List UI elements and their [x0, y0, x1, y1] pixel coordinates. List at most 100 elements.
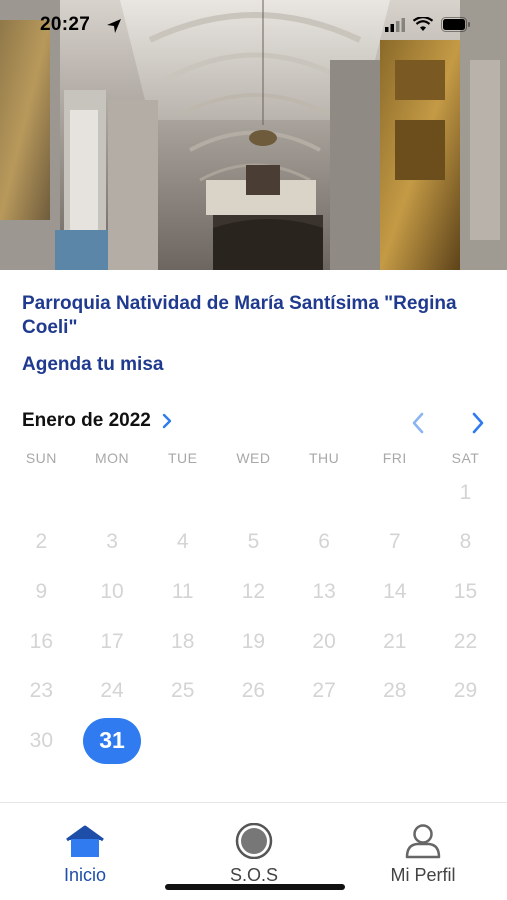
status-indicators: [385, 17, 471, 32]
location-arrow-icon: [107, 19, 121, 33]
calendar-day-number: 16: [29, 629, 54, 653]
calendar-day[interactable]: 10: [77, 567, 148, 617]
calendar-day[interactable]: 30: [6, 716, 77, 766]
calendar-day[interactable]: 19: [218, 617, 289, 667]
calendar-day-number: 4: [176, 530, 189, 554]
tab-label: Inicio: [63, 865, 107, 885]
calendar-day-number: 10: [100, 579, 124, 603]
calendar-day-number: 19: [241, 629, 266, 653]
calendar-day-number: 6: [318, 530, 330, 554]
chevron-right-icon[interactable]: [161, 413, 173, 429]
calendar-day-selected[interactable]: 31: [77, 716, 148, 766]
calendar-day-number: 17: [100, 629, 124, 653]
calendar-day[interactable]: 12: [218, 567, 289, 617]
calendar-day-number: 15: [453, 579, 478, 603]
calendar-day[interactable]: 16: [6, 617, 77, 667]
calendar-day[interactable]: 3: [77, 518, 148, 568]
tab-sos[interactable]: S.O.S: [194, 823, 314, 886]
calendar-blank-cell: [218, 468, 289, 518]
tab-label: S.O.S: [229, 865, 278, 885]
sos-icon: [234, 823, 274, 859]
calendar-day[interactable]: 8: [430, 518, 501, 568]
calendar-day[interactable]: 29: [430, 666, 501, 716]
parish-title: Parroquia Natividad de María Santísima "…: [22, 293, 457, 338]
calendar-day-number: 21: [383, 629, 407, 653]
calendar-day[interactable]: 2: [6, 518, 77, 568]
weekday-label: THU: [308, 450, 340, 466]
calendar-day-number: 11: [171, 579, 194, 603]
calendar-day-number: 3: [106, 530, 118, 554]
calendar-day[interactable]: 14: [359, 567, 430, 617]
calendar-day[interactable]: 7: [359, 518, 430, 568]
calendar-month-label[interactable]: Enero de 2022: [22, 410, 151, 432]
next-month-button[interactable]: [466, 410, 490, 436]
calendar-day-number: 8: [459, 530, 472, 554]
calendar-day[interactable]: 13: [289, 567, 360, 617]
calendar-day[interactable]: 21: [359, 617, 430, 667]
calendar-day-number: 13: [312, 579, 336, 603]
calendar-day[interactable]: 28: [359, 666, 430, 716]
calendar-day-number: 29: [453, 679, 478, 703]
calendar-blank-cell: [77, 468, 148, 518]
calendar-day-number: 12: [241, 579, 266, 603]
calendar-day[interactable]: 17: [77, 617, 148, 667]
calendar-day[interactable]: 11: [147, 567, 218, 617]
calendar-day-grid: 1 2 3 4 5 6 7 8 9 10 11 12 13 14 15 16 17 18 19 20 21 22 23 24 2…: [6, 468, 501, 766]
chevron-left-icon: [412, 412, 424, 434]
calendar-day-number: 18: [171, 629, 195, 653]
calendar-header[interactable]: Enero de 2022: [22, 410, 173, 432]
profile-icon: [403, 823, 443, 859]
calendar-day-number: 26: [241, 679, 266, 703]
calendar-day-number: 14: [383, 579, 407, 603]
cellular-signal-icon: [385, 17, 405, 32]
calendar-day[interactable]: 18: [147, 617, 218, 667]
calendar-day-number: 24: [100, 679, 124, 703]
calendar-day-number: 30: [29, 728, 54, 752]
calendar-day[interactable]: 26: [218, 666, 289, 716]
weekday-label: WED: [236, 450, 271, 466]
weekday-label: TUE: [167, 450, 198, 466]
calendar-day[interactable]: 9: [6, 567, 77, 617]
calendar-day[interactable]: 4: [147, 518, 218, 568]
calendar-day-number: 7: [388, 530, 401, 554]
calendar-blank-cell: [147, 468, 218, 518]
calendar-day-number: 27: [312, 679, 336, 703]
wifi-icon: [413, 17, 433, 31]
calendar-day[interactable]: 1: [430, 468, 501, 518]
calendar-blank-cell: [359, 468, 430, 518]
calendar-day-number: 25: [171, 679, 195, 703]
calendar-day[interactable]: 23: [6, 666, 77, 716]
previous-month-button[interactable]: [406, 410, 430, 436]
calendar-day[interactable]: 22: [430, 617, 501, 667]
calendar-day-number: 9: [35, 579, 48, 603]
calendar-day[interactable]: 25: [147, 666, 218, 716]
calendar-blank-cell: [289, 468, 360, 518]
calendar-day[interactable]: 5: [218, 518, 289, 568]
chevron-right-icon: [472, 412, 484, 434]
weekday-header: SUN MON TUE WED THU FRI SAT: [6, 450, 501, 466]
calendar-day-number: 5: [247, 530, 260, 554]
calendar-day-number: 23: [29, 679, 54, 703]
calendar-day-number: 20: [312, 629, 336, 653]
calendar-day[interactable]: 24: [77, 666, 148, 716]
tab-mi-perfil[interactable]: Mi Perfil: [363, 823, 483, 886]
weekday-label: FRI: [382, 450, 407, 466]
calendar-day-number: 22: [453, 629, 478, 653]
tab-inicio[interactable]: Inicio: [25, 823, 145, 886]
calendar-day[interactable]: 15: [430, 567, 501, 617]
tab-label: Mi Perfil: [390, 865, 456, 885]
calendar-day[interactable]: 27: [289, 666, 360, 716]
home-icon: [65, 823, 105, 859]
status-bar: 20:27: [0, 0, 507, 56]
calendar-day[interactable]: 20: [289, 617, 360, 667]
calendar-day-number: 31: [83, 717, 142, 764]
agenda-misa-link[interactable]: Agenda tu misa: [22, 354, 163, 376]
battery-icon: [441, 17, 470, 32]
status-time: 20:27: [40, 14, 91, 35]
calendar-day-number: 1: [459, 480, 472, 504]
calendar-day[interactable]: 6: [289, 518, 360, 568]
calendar-blank-cell: [6, 468, 77, 518]
weekday-label: SUN: [25, 450, 57, 466]
calendar-day-number: 28: [383, 679, 407, 703]
weekday-label: MON: [94, 450, 130, 466]
